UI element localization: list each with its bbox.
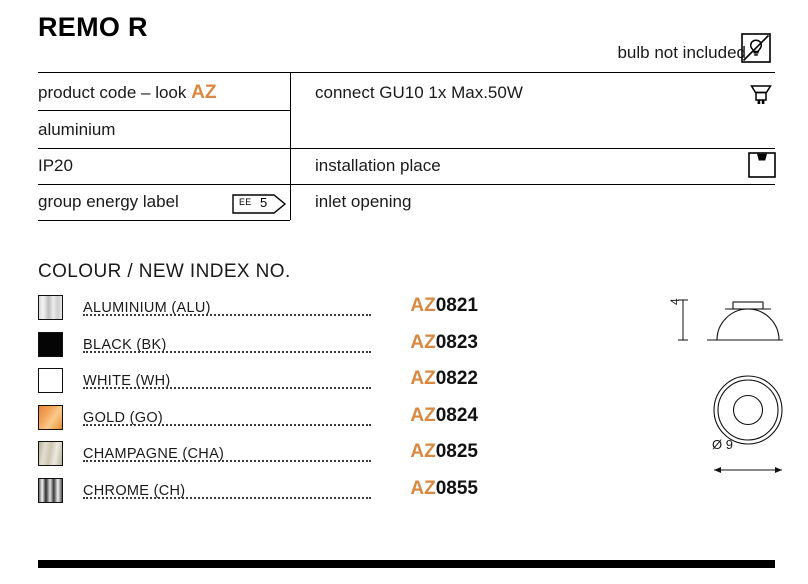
table-rule-left-mid [38, 110, 290, 111]
leader-dots-white [83, 385, 371, 389]
page-title: REMO R [38, 12, 148, 42]
leader-dots-gold [83, 422, 371, 426]
colour-code-champagne: AZ0825 [410, 441, 478, 463]
leader-dots-chrome [83, 495, 371, 499]
swatch-white [38, 368, 63, 393]
code-prefix: AZ [410, 477, 436, 499]
leader-dots-champagne [83, 458, 371, 462]
spec-inlet-opening-label: inlet opening [315, 192, 412, 211]
swatch-aluminium [38, 295, 63, 320]
code-prefix: AZ [410, 441, 436, 462]
colour-list: ALUMINIUM (ALU) AZ0821 BLACK (BK) AZ0823… [38, 291, 478, 510]
energy-label-prefix: EE [239, 197, 252, 207]
code-number: 0823 [435, 331, 478, 353]
energy-label-badge: EE 5 [232, 194, 288, 214]
installation-place-icon [748, 152, 776, 178]
energy-label-value: 5 [260, 195, 268, 210]
colour-row-champagne[interactable]: CHAMPAGNE (CHA) AZ0825 [38, 437, 478, 474]
spec-product-code-cell: product code – look AZ [38, 82, 216, 104]
colour-row-aluminium[interactable]: ALUMINIUM (ALU) AZ0821 [38, 291, 478, 328]
code-number: 0821 [435, 295, 478, 316]
spec-product-code-highlight: AZ [191, 82, 217, 103]
table-rule-third [38, 184, 775, 185]
code-prefix: AZ [410, 368, 436, 389]
table-column-divider [290, 72, 291, 220]
swatch-black [38, 331, 63, 357]
gu10-bulb-icon [749, 83, 773, 111]
dimension-diameter-label: Ø 9 [712, 437, 733, 452]
code-number: 0822 [435, 368, 478, 389]
spec-material-label: aluminium [38, 120, 116, 139]
spec-installation-place-label: installation place [315, 156, 441, 175]
dimension-height-label: 4 [668, 298, 682, 305]
table-rule-second [38, 148, 775, 149]
colour-code-aluminium: AZ0821 [410, 295, 478, 317]
swatch-gold [38, 404, 63, 430]
code-number: 0824 [435, 404, 478, 426]
code-prefix: AZ [410, 404, 436, 426]
leader-dots-aluminium [83, 312, 371, 316]
table-rule-top [38, 72, 775, 73]
table-rule-bottom [38, 220, 290, 221]
spec-table: product code – look AZ aluminium IP20 gr… [38, 72, 775, 221]
spec-product-code-label: product code – look [38, 83, 192, 102]
code-number: 0855 [435, 477, 478, 499]
leader-dots-black [83, 349, 371, 353]
spec-ip-rating-label: IP20 [38, 156, 73, 175]
colour-code-chrome: AZ0855 [410, 478, 478, 500]
bottom-bar [38, 560, 775, 568]
colour-code-gold: AZ0824 [410, 405, 478, 427]
swatch-chrome [38, 477, 63, 503]
colour-row-white[interactable]: WHITE (WH) AZ0822 [38, 364, 478, 401]
spec-energy-label: group energy label [38, 192, 179, 211]
colour-section-heading: COLOUR / NEW INDEX NO. [38, 261, 291, 282]
bulb-not-included-label: bulb not included [617, 43, 746, 62]
code-number: 0825 [435, 441, 478, 462]
colour-code-white: AZ0822 [410, 368, 478, 390]
colour-row-black[interactable]: BLACK (BK) AZ0823 [38, 328, 478, 365]
colour-code-black: AZ0823 [410, 332, 478, 354]
swatch-champagne [38, 441, 63, 466]
code-prefix: AZ [410, 295, 436, 316]
bulb-crossed-icon [741, 33, 771, 63]
colour-row-chrome[interactable]: CHROME (CH) AZ0855 [38, 474, 478, 511]
colour-row-gold[interactable]: GOLD (GO) AZ0824 [38, 401, 478, 438]
spec-connect-label: connect GU10 1x Max.50W [315, 83, 523, 102]
code-prefix: AZ [410, 331, 436, 353]
